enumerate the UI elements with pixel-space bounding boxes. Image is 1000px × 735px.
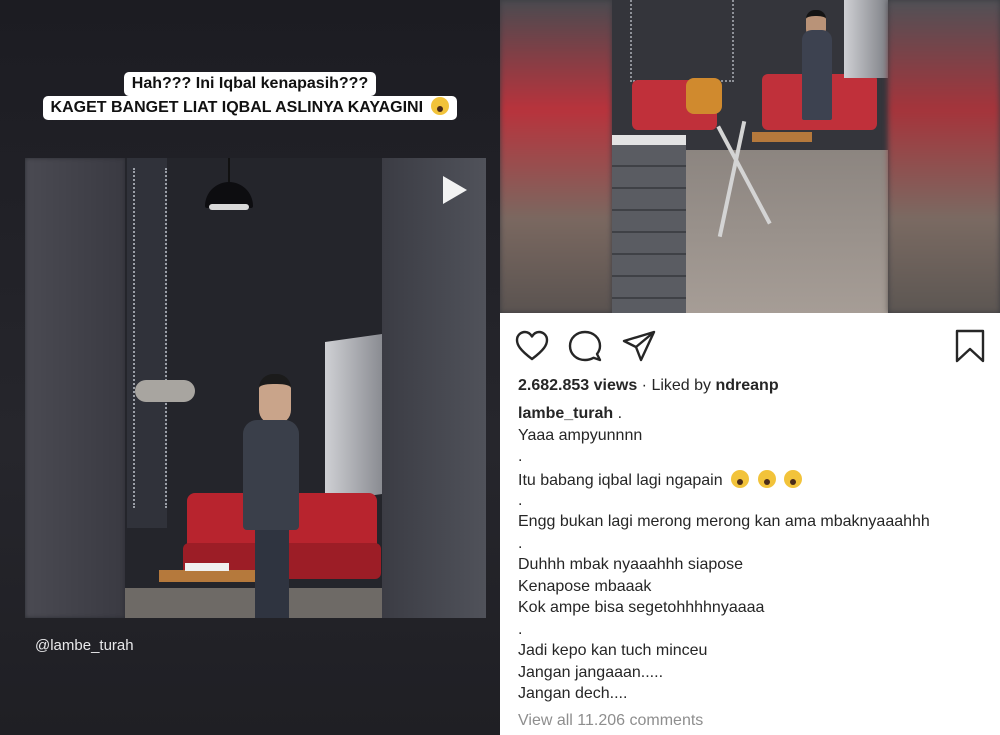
account-handle[interactable]: @lambe_turah xyxy=(35,637,134,654)
bookmark-icon[interactable] xyxy=(952,328,988,364)
caption-line: . xyxy=(518,448,523,465)
caption-line: Jangan dech.... xyxy=(518,685,628,702)
post-actions-bar xyxy=(500,326,1000,366)
caption-line: Yaaa ampyunnnn xyxy=(518,427,643,444)
caption-line: Jadi kepo kan tuch minceu xyxy=(518,642,708,659)
caption-line: Jangan jangaaan..... xyxy=(518,664,664,681)
video-blur-right xyxy=(382,158,486,618)
caption-line: Kok ampe bisa segetohhhhnyaaaa xyxy=(518,599,765,616)
standing-man xyxy=(802,30,832,120)
caption-line: Duhhh mbak nyaaahhh siapose xyxy=(518,556,744,573)
softbox-light xyxy=(844,0,888,78)
wall-mural xyxy=(630,0,734,82)
sad-face-emoji-icon xyxy=(431,97,450,115)
heart-icon[interactable] xyxy=(514,328,550,364)
post-username[interactable]: lambe_turah xyxy=(518,405,613,422)
caption-line: . xyxy=(518,492,523,509)
caption-line: . xyxy=(518,621,523,638)
views-count[interactable]: 2.682.853 views xyxy=(518,377,637,394)
caption-line: Kenapose mbaaak xyxy=(518,578,652,595)
caption-line: . xyxy=(518,535,523,552)
left-story-panel: Hah??? Ini Iqbal kenapasih??? KAGET BANG… xyxy=(0,0,500,735)
caption-text-2: KAGET BANGET LIAT IQBAL ASLINYA KAYAGINI xyxy=(42,96,458,120)
person-head xyxy=(259,374,291,424)
liked-by-user[interactable]: ndreanp xyxy=(715,377,778,394)
caption-header: lambe_turah . xyxy=(518,405,623,422)
comment-icon[interactable] xyxy=(567,328,603,364)
scream-emoji-icon xyxy=(731,470,750,488)
caption-text-1: Hah??? Ini Iqbal kenapasih??? xyxy=(123,72,377,96)
scream-emoji-icon xyxy=(757,470,776,488)
boom-microphone xyxy=(135,380,195,402)
story-caption-line1: Hah??? Ini Iqbal kenapasih??? xyxy=(0,72,500,96)
right-post-panel: 2.682.853 views · Liked by ndreanp lambe… xyxy=(500,0,1000,735)
view-all-comments-link[interactable]: View all 11.206 comments xyxy=(518,712,703,730)
person-jacket xyxy=(243,420,299,530)
send-icon[interactable] xyxy=(621,328,657,364)
post-photo[interactable] xyxy=(500,0,1000,313)
video-blur-left xyxy=(25,158,125,618)
caption-line-emoji: Itu babang iqbal lagi ngapain xyxy=(518,470,802,490)
softbox-light xyxy=(325,333,382,503)
story-caption-line2: KAGET BANGET LIAT IQBAL ASLINYA KAYAGINI xyxy=(0,96,500,120)
video-frame xyxy=(125,158,382,618)
caption-line: Engg bukan lagi merong merong kan ama mb… xyxy=(518,513,930,530)
play-icon[interactable] xyxy=(443,176,467,204)
scream-emoji-icon xyxy=(783,470,802,488)
coffee-table xyxy=(159,570,269,582)
seated-woman xyxy=(686,78,722,114)
views-and-likes: 2.682.853 views · Liked by ndreanp xyxy=(518,377,779,394)
decorated-pillar xyxy=(127,158,167,528)
coffee-table xyxy=(752,132,812,142)
photo-scene xyxy=(612,0,888,313)
video-player[interactable] xyxy=(25,158,486,618)
brick-counter xyxy=(612,135,686,313)
